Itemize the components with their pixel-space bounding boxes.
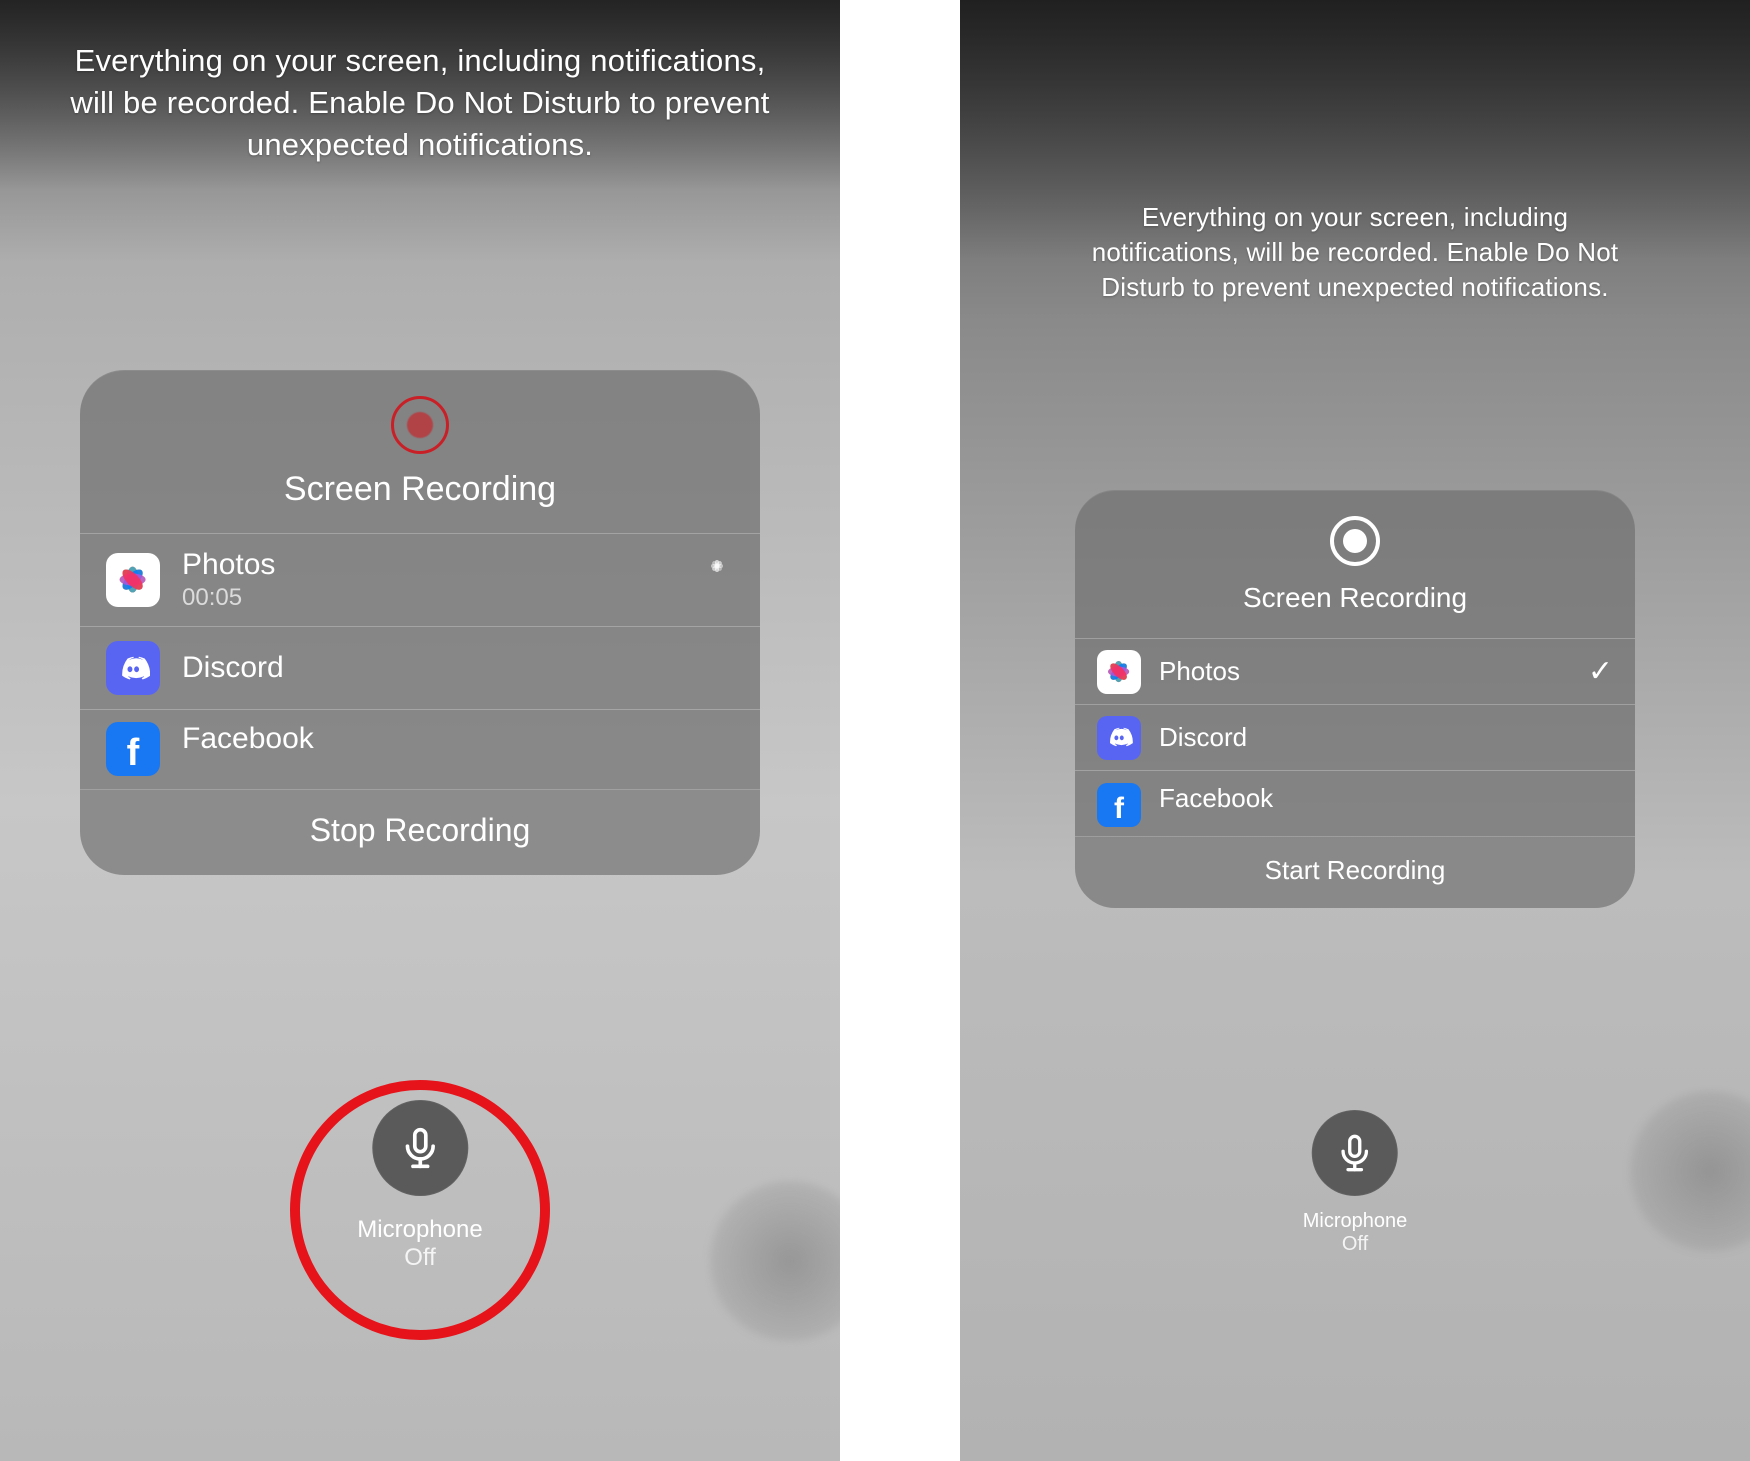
microphone-label: Microphone <box>1303 1210 1408 1233</box>
destination-label: Photos <box>1159 656 1240 687</box>
destination-photos[interactable]: Photos ✓ <box>1075 638 1635 704</box>
decorative-blur <box>710 1181 840 1341</box>
microphone-toggle-button[interactable] <box>372 1100 468 1196</box>
facebook-icon: f <box>106 722 160 776</box>
destination-list: Photos 00:05 Discord f <box>80 533 760 789</box>
destination-list: Photos ✓ Discord f Facebook <box>1075 638 1635 836</box>
destination-label: Facebook <box>1159 783 1273 814</box>
photos-icon <box>1097 650 1141 694</box>
card-header: Screen Recording <box>1075 490 1635 638</box>
destination-label: Photos <box>182 548 275 582</box>
notice-text: Everything on your screen, including not… <box>60 40 780 166</box>
card-title: Screen Recording <box>1095 582 1615 614</box>
microphone-state: Off <box>1303 1233 1408 1256</box>
stop-recording-button[interactable]: Stop Recording <box>80 789 760 875</box>
facebook-icon: f <box>1097 783 1141 827</box>
discord-icon <box>106 641 160 695</box>
destination-discord[interactable]: Discord <box>1075 704 1635 770</box>
microphone-icon <box>1335 1133 1375 1173</box>
photos-icon <box>106 553 160 607</box>
loading-spinner-icon <box>700 563 734 597</box>
screen-recording-card: Screen Recording <box>1075 490 1635 908</box>
microphone-label: Microphone <box>357 1216 482 1244</box>
screen-recording-card: Screen Recording <box>80 370 760 875</box>
destination-label: Discord <box>182 651 284 685</box>
card-header: Screen Recording <box>80 370 760 533</box>
destination-facebook[interactable]: f Facebook <box>80 709 760 789</box>
microphone-section: Microphone Off <box>357 1100 482 1272</box>
destination-label: Discord <box>1159 722 1247 753</box>
card-title: Screen Recording <box>100 470 740 509</box>
microphone-toggle-button[interactable] <box>1312 1110 1398 1196</box>
destination-photos[interactable]: Photos 00:05 <box>80 533 760 626</box>
microphone-section: Microphone Off <box>1303 1110 1408 1256</box>
recording-duration: 00:05 <box>182 584 275 612</box>
notice-text: Everything on your screen, including not… <box>1075 200 1635 305</box>
microphone-icon <box>398 1126 442 1170</box>
destination-label: Facebook <box>182 722 314 756</box>
record-idle-icon <box>1330 516 1380 566</box>
destination-discord[interactable]: Discord <box>80 626 760 709</box>
record-active-icon <box>391 396 449 454</box>
phone-right: Everything on your screen, including not… <box>960 0 1750 1461</box>
discord-icon <box>1097 716 1141 760</box>
phone-left: Everything on your screen, including not… <box>0 0 840 1461</box>
decorative-blur <box>1630 1091 1750 1251</box>
start-recording-button[interactable]: Start Recording <box>1075 836 1635 908</box>
microphone-state: Off <box>357 1244 482 1272</box>
destination-facebook[interactable]: f Facebook <box>1075 770 1635 836</box>
checkmark-icon: ✓ <box>1588 654 1613 689</box>
